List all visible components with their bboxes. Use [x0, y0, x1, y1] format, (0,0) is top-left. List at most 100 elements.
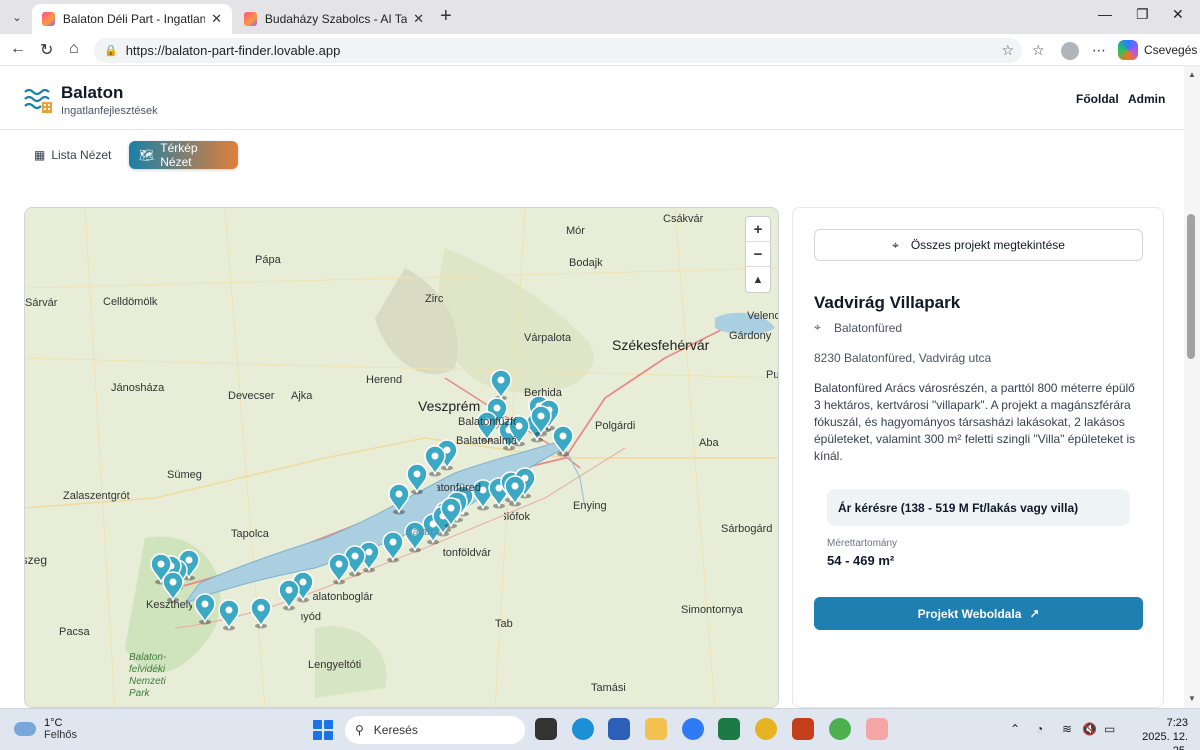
battery-icon[interactable]: ▭: [1104, 722, 1115, 736]
restore-icon[interactable]: ❐: [1136, 6, 1149, 23]
map-label: Gárdony: [729, 330, 772, 342]
project-marker-pin-icon[interactable]: [406, 463, 428, 495]
list-view-label: Lista Nézet: [51, 148, 112, 162]
map-label: Keszthely: [146, 599, 192, 611]
project-marker-pin-icon[interactable]: [162, 571, 184, 603]
external-link-icon: ↗: [1029, 606, 1040, 621]
map-label: Sárbogárd: [721, 523, 773, 535]
brand-title[interactable]: Balaton: [61, 83, 123, 103]
close-window-icon[interactable]: ✕: [1172, 6, 1184, 23]
chrome-profile-icon[interactable]: [755, 718, 777, 740]
price-text: Ár kérésre (138 - 519 M Ft/lakás vagy vi…: [838, 500, 1079, 515]
map-view-label: Térkép Nézet: [160, 141, 198, 169]
size-range-label: Mérettartomány: [827, 538, 898, 549]
minimize-icon[interactable]: —: [1098, 6, 1112, 22]
chrome-icon[interactable]: [829, 718, 851, 740]
project-marker-pin-icon[interactable]: [382, 531, 404, 563]
copilot-button[interactable]: Csevegés: [1118, 40, 1197, 60]
profile-avatar[interactable]: [1061, 42, 1079, 60]
project-marker-pin-icon[interactable]: [278, 579, 300, 611]
more-options-icon[interactable]: ⋯: [1092, 42, 1106, 59]
map-label: Tamási: [591, 682, 626, 694]
tab-budahazy[interactable]: Budaházy Szabolcs - AI Tanácsadó ✕: [234, 4, 434, 34]
view-all-projects-button[interactable]: ⌖ Összes projekt megtekintése: [814, 229, 1143, 261]
system-clock[interactable]: 7:23 2025. 12. 25.: [1128, 716, 1188, 750]
back-arrow-icon[interactable]: ←: [10, 40, 26, 58]
word-icon[interactable]: [608, 718, 630, 740]
tray-chevron-icon[interactable]: ⌃: [1010, 722, 1020, 736]
nav-admin[interactable]: Admin: [1128, 92, 1165, 106]
map-label: Velence: [747, 310, 778, 322]
map-label: Mór: [566, 225, 585, 237]
edge-icon[interactable]: [572, 718, 594, 740]
favorites-list-icon[interactable]: ☆: [1032, 42, 1045, 59]
wifi-icon[interactable]: ≋: [1062, 722, 1072, 736]
calculator-icon[interactable]: [866, 718, 888, 740]
volume-muted-icon[interactable]: 🔇: [1082, 722, 1097, 736]
map-label: Balatonfüred: [437, 482, 481, 494]
lovable-favicon-icon: [42, 12, 55, 26]
taskbar-search[interactable]: ⚲ Keresés: [345, 716, 525, 744]
map-label: Pu: [766, 369, 779, 381]
excel-icon[interactable]: [718, 718, 740, 740]
project-marker-pin-icon[interactable]: [218, 599, 240, 631]
map-label: Simontornya: [681, 604, 743, 616]
nav-home[interactable]: Főoldal: [1076, 92, 1119, 106]
map-view-button[interactable]: 🗺 Térkép Nézet: [129, 141, 238, 169]
map-pin-icon: ⌖: [892, 237, 899, 252]
page-viewport: Balaton Ingatlanfejlesztések Főoldal Adm…: [0, 66, 1200, 708]
project-website-button[interactable]: Projekt Weboldala ↗: [814, 597, 1143, 630]
map-label: Csákvár: [663, 213, 704, 225]
project-city: Balatonfüred: [834, 321, 903, 335]
map-label: Sümeg: [167, 469, 202, 481]
project-marker-pin-icon[interactable]: [388, 483, 410, 515]
task-view-icon[interactable]: [535, 718, 557, 740]
map-label: Lengyeltóti: [308, 659, 362, 671]
tab-list-chevron-icon[interactable]: ⌄: [6, 6, 28, 28]
project-marker-pin-icon[interactable]: [424, 445, 446, 477]
location-pin-icon: ⌖: [814, 320, 821, 334]
map-label: Balaton-felvidéki Nemzeti Park: [129, 652, 167, 699]
weather-widget[interactable]: 1°C Felhős: [14, 717, 77, 741]
project-markers-layer: [150, 369, 574, 631]
close-tab-icon[interactable]: ✕: [413, 11, 424, 27]
project-marker-pin-icon[interactable]: [194, 593, 216, 625]
projects-map[interactable]: + − ▲ Sárvár Celldömölk Pápa Zirc Mór Bo…: [24, 207, 779, 708]
file-explorer-icon[interactable]: [645, 718, 667, 740]
project-title: Vadvirág Villapark: [814, 293, 961, 312]
project-marker-pin-icon[interactable]: [250, 597, 272, 629]
site-info-icon[interactable]: 🔒: [104, 44, 118, 57]
scroll-up-icon[interactable]: ▲: [1188, 70, 1196, 79]
map-label: Fonyód: [301, 611, 321, 623]
map-label: Várpalota: [524, 332, 572, 344]
map-label: Pacsa: [59, 626, 90, 638]
tab-title: Budaházy Szabolcs - AI Tanácsadó: [264, 12, 408, 26]
tray-app-icon[interactable]: ◔: [1036, 722, 1043, 736]
page-scrollbar[interactable]: ▲ ▼: [1184, 66, 1200, 708]
website-label: Projekt Weboldala: [917, 606, 1022, 621]
scroll-down-icon[interactable]: ▼: [1188, 694, 1196, 703]
reload-icon[interactable]: ↻: [40, 40, 53, 60]
favorite-star-icon[interactable]: ☆: [1001, 42, 1014, 59]
reset-north-icon[interactable]: ▲: [746, 267, 770, 292]
project-marker-pin-icon[interactable]: [490, 369, 512, 401]
close-tab-icon[interactable]: ✕: [211, 11, 222, 27]
map-label: Tapolca: [231, 528, 269, 540]
project-marker-pin-icon[interactable]: [328, 553, 350, 585]
scroll-thumb[interactable]: [1187, 214, 1195, 359]
list-view-button[interactable]: ▦ Lista Nézet: [34, 141, 111, 169]
zoom-out-button[interactable]: −: [746, 242, 770, 267]
project-marker-pin-icon[interactable]: [552, 425, 574, 457]
home-icon[interactable]: ⌂: [69, 40, 79, 58]
zoom-in-button[interactable]: +: [746, 217, 770, 242]
map-label: Herend: [366, 374, 403, 386]
url-input[interactable]: 🔒 https://balaton-part-finder.lovable.ap…: [94, 38, 1022, 63]
new-tab-button[interactable]: +: [440, 6, 452, 26]
tab-balaton[interactable]: Balaton Déli Part - Ingatlanfejleszté ✕: [32, 4, 232, 34]
powerpoint-icon[interactable]: [792, 718, 814, 740]
tab-title: Balaton Déli Part - Ingatlanfejleszté: [62, 12, 206, 26]
weather-temp: 1°C: [44, 717, 63, 729]
grid-icon: ▦: [34, 148, 46, 162]
messenger-icon[interactable]: [682, 718, 704, 740]
windows-start-icon[interactable]: [313, 720, 333, 740]
